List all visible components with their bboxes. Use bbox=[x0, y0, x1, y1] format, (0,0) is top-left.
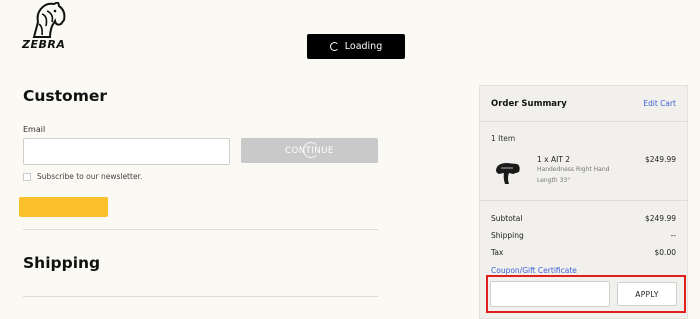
product-option: Handedness Right Hand bbox=[537, 166, 610, 173]
shipping-heading: Shipping bbox=[23, 254, 101, 272]
newsletter-row[interactable]: Subscribe to our newsletter. bbox=[23, 172, 142, 181]
order-summary-title: Order Summary bbox=[491, 99, 567, 109]
subtotal-value: $249.99 bbox=[644, 214, 676, 223]
newsletter-checkbox[interactable] bbox=[23, 172, 31, 181]
email-label: Email bbox=[23, 125, 46, 134]
section-divider bbox=[23, 229, 378, 230]
loading-text: Loading bbox=[344, 41, 383, 52]
putter-head-icon bbox=[496, 163, 520, 184]
zebra-head-icon bbox=[32, 2, 66, 38]
edit-cart-link[interactable]: Edit Cart bbox=[643, 99, 676, 108]
brand-name: ZEBRA bbox=[22, 38, 66, 51]
shipping-label: Shipping bbox=[491, 231, 524, 240]
brand-logo[interactable]: ZEBRA bbox=[22, 2, 78, 51]
coupon-link[interactable]: Coupon/Gift Certificate bbox=[491, 266, 577, 275]
tax-value: $0.00 bbox=[654, 248, 676, 257]
product-option: Length 33" bbox=[537, 177, 570, 184]
shipping-value: -- bbox=[670, 231, 676, 240]
summary-divider bbox=[480, 121, 687, 122]
summary-divider bbox=[480, 200, 687, 201]
tax-label: Tax bbox=[491, 248, 504, 257]
customer-heading: Customer bbox=[23, 87, 108, 105]
subtotal-label: Subtotal bbox=[491, 214, 523, 223]
email-field[interactable] bbox=[23, 138, 230, 165]
coupon-code-input[interactable] bbox=[490, 281, 610, 307]
apply-coupon-button[interactable]: APPLY bbox=[617, 282, 677, 306]
primary-action-button[interactable] bbox=[19, 197, 108, 217]
loading-toast: Loading bbox=[307, 34, 405, 59]
continue-button[interactable]: CONTINUE bbox=[241, 138, 378, 163]
item-count: 1 Item bbox=[491, 134, 516, 143]
section-divider bbox=[23, 296, 378, 297]
newsletter-label: Subscribe to our newsletter. bbox=[37, 172, 143, 181]
spinner-icon bbox=[329, 42, 339, 51]
spinner-icon bbox=[303, 142, 319, 158]
product-price: $249.99 bbox=[644, 155, 676, 164]
product-name: 1 x AIT 2 bbox=[537, 155, 571, 164]
